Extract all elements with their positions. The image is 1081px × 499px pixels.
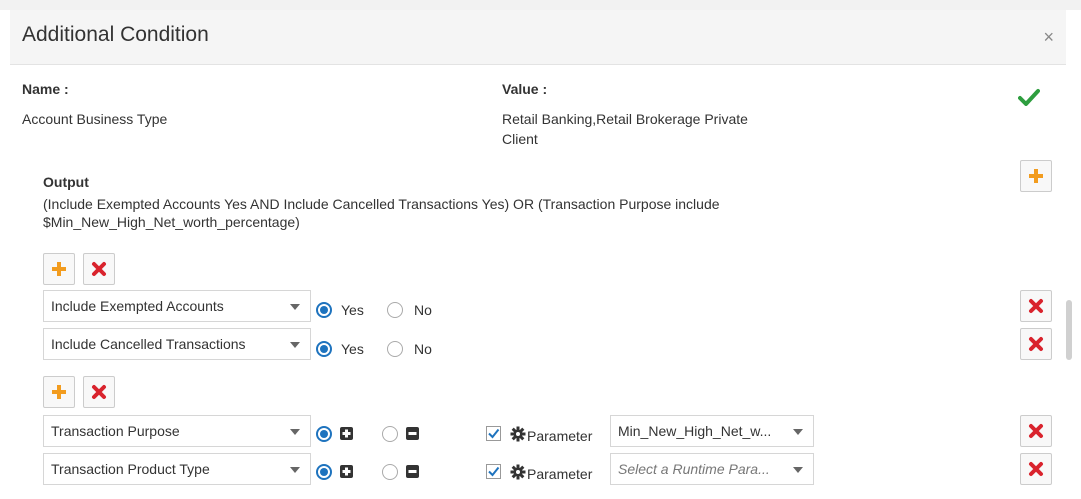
radio-no-label: No (414, 341, 432, 357)
select-value: Include Exempted Accounts (51, 298, 224, 314)
parameter-label: Parameter (527, 428, 593, 444)
include-plus-icon (340, 465, 353, 478)
remove-icon (1029, 337, 1043, 351)
select-value: Transaction Purpose (51, 423, 180, 439)
field-select-include-exempted[interactable]: Include Exempted Accounts (43, 290, 311, 322)
additional-condition-dialog: Additional Condition × Name : Value : Ac… (10, 10, 1066, 499)
value-label: Value : (502, 81, 548, 97)
dialog-header: Additional Condition × (10, 10, 1066, 65)
radio-yes-cancelled[interactable] (316, 341, 332, 357)
parameter-label: Parameter (527, 466, 593, 482)
runtime-parameter-select[interactable]: Min_New_High_Net_w... (610, 415, 814, 447)
field-select-transaction-product-type[interactable]: Transaction Product Type (43, 453, 311, 485)
remove-icon (1029, 299, 1043, 313)
radio-no-cancelled[interactable] (387, 341, 403, 357)
close-icon[interactable]: × (1043, 28, 1054, 46)
radio-include-product-type[interactable] (316, 464, 332, 480)
chevron-down-icon (793, 467, 803, 473)
dialog-title: Additional Condition (22, 23, 209, 46)
radio-yes-label: Yes (341, 302, 364, 318)
condition-value-line2: Client (502, 131, 538, 147)
group1-remove-button[interactable] (83, 253, 115, 285)
parameter-checkbox[interactable] (486, 464, 501, 479)
runtime-parameter-select[interactable]: Select a Runtime Para... (610, 453, 814, 485)
output-text-line1: (Include Exempted Accounts Yes AND Inclu… (43, 196, 720, 212)
radio-no-label: No (414, 302, 432, 318)
remove-row-button[interactable] (1020, 453, 1052, 485)
include-plus-icon (340, 427, 353, 440)
radio-exclude-product-type[interactable] (382, 464, 398, 480)
checkbox-check-icon (488, 466, 500, 477)
page-background-strip (0, 0, 1081, 10)
remove-icon (1029, 424, 1043, 438)
chevron-down-icon (793, 429, 803, 435)
output-title: Output (43, 174, 89, 190)
field-select-transaction-purpose[interactable]: Transaction Purpose (43, 415, 311, 447)
chevron-down-icon (290, 429, 300, 435)
remove-row-button[interactable] (1020, 290, 1052, 322)
chevron-down-icon (290, 467, 300, 473)
name-label: Name : (22, 81, 69, 97)
remove-row-button[interactable] (1020, 328, 1052, 360)
chevron-down-icon (290, 304, 300, 310)
output-text-line2: $Min_New_High_Net_worth_percentage) (43, 214, 300, 230)
remove-icon (92, 385, 106, 399)
add-icon (1029, 169, 1043, 183)
radio-no-exempted[interactable] (387, 302, 403, 318)
group1-add-button[interactable] (43, 253, 75, 285)
radio-include-purpose[interactable] (316, 426, 332, 442)
condition-name: Account Business Type (22, 111, 168, 127)
remove-icon (1029, 462, 1043, 476)
radio-exclude-purpose[interactable] (382, 426, 398, 442)
field-select-include-cancelled[interactable]: Include Cancelled Transactions (43, 328, 311, 360)
radio-yes-label: Yes (341, 341, 364, 357)
select-value: Min_New_High_Net_w... (618, 423, 772, 439)
chevron-down-icon (290, 342, 300, 348)
green-check-icon[interactable] (1018, 88, 1040, 109)
remove-row-button[interactable] (1020, 415, 1052, 447)
group2-remove-button[interactable] (83, 376, 115, 408)
output-section: Output (Include Exempted Accounts Yes AN… (43, 173, 783, 231)
scrollbar-thumb[interactable] (1066, 300, 1072, 360)
radio-yes-exempted[interactable] (316, 302, 332, 318)
select-placeholder: Select a Runtime Para... (618, 461, 770, 477)
select-value: Include Cancelled Transactions (51, 336, 246, 352)
remove-icon (92, 262, 106, 276)
exclude-minus-icon (406, 427, 419, 440)
add-group-button[interactable] (1020, 160, 1052, 192)
gear-icon (510, 464, 526, 483)
group2-add-button[interactable] (43, 376, 75, 408)
gear-icon (510, 426, 526, 445)
exclude-minus-icon (406, 465, 419, 478)
checkbox-check-icon (488, 428, 500, 439)
parameter-checkbox[interactable] (486, 426, 501, 441)
condition-value-line1: Retail Banking,Retail Brokerage Private (502, 111, 748, 127)
add-icon (52, 262, 66, 276)
add-icon (52, 385, 66, 399)
select-value: Transaction Product Type (51, 461, 210, 477)
